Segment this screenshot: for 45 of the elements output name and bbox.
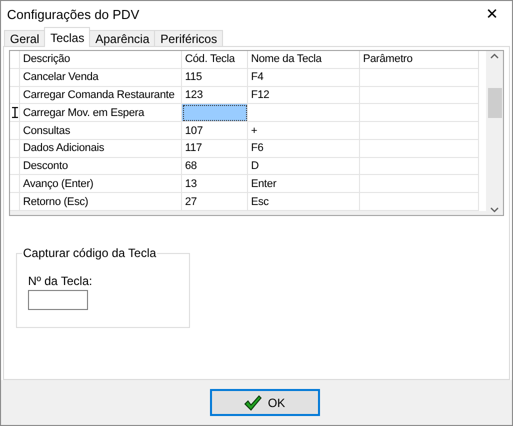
window-title: Configurações do PDV <box>7 6 140 22</box>
table-cell: Cancelar Venda <box>20 68 182 87</box>
table-cell: Dados Adicionais <box>20 140 182 158</box>
corner-header-cell <box>10 51 20 69</box>
table-cell: 13 <box>182 175 248 194</box>
table-cell: Avanço (Enter) <box>20 175 182 194</box>
column-header[interactable]: Nome da Tecla <box>248 51 360 69</box>
vertical-scrollbar[interactable] <box>486 51 503 215</box>
table-cell: F12 <box>248 86 360 104</box>
table-cell: 117 <box>182 140 248 158</box>
table-cell: 115 <box>182 68 248 87</box>
close-button[interactable]: ✕ <box>472 1 512 27</box>
table-cell: 68 <box>182 158 248 176</box>
table-cell: + <box>248 122 360 140</box>
table-cell: F4 <box>248 68 360 87</box>
tab[interactable]: Periféricos <box>154 30 224 47</box>
tab[interactable]: Geral <box>4 30 46 47</box>
table-cell: 107 <box>182 122 248 140</box>
text-cursor-icon <box>12 107 18 118</box>
row-header-cell[interactable] <box>10 86 20 104</box>
table-cell: F6 <box>248 140 360 158</box>
row-header-cell[interactable] <box>10 122 20 140</box>
column-header[interactable]: Parâmetro <box>360 51 479 69</box>
row-header-cell[interactable] <box>10 104 20 122</box>
column-header[interactable]: Cód. Tecla <box>182 51 248 69</box>
table-cell: Consultas <box>20 122 182 140</box>
row-header-cell[interactable] <box>10 158 20 176</box>
table-cell: Enter <box>248 175 360 194</box>
scrollbar-thumb[interactable] <box>488 88 502 118</box>
row-header-cell[interactable] <box>10 175 20 194</box>
row-header-cell[interactable] <box>10 140 20 158</box>
table-cell: Carregar Mov. em Espera <box>20 104 182 122</box>
group-title: Capturar código da Tecla <box>22 246 158 260</box>
field-label: Nº da Tecla: <box>28 274 94 288</box>
tab[interactable]: Teclas <box>44 27 90 47</box>
row-header-cell[interactable] <box>10 68 20 87</box>
tab[interactable]: Aparência <box>89 30 156 47</box>
selected-cell[interactable] <box>182 104 248 122</box>
table-cell: Carregar Comanda Restaurante <box>20 86 182 104</box>
table-cell: D <box>248 158 360 176</box>
ok-button[interactable]: OK <box>210 389 320 416</box>
checkmark-icon <box>244 394 262 410</box>
table-cell: Desconto <box>20 158 182 176</box>
column-header[interactable]: Descrição <box>20 51 182 69</box>
key-number-field[interactable] <box>28 290 88 310</box>
